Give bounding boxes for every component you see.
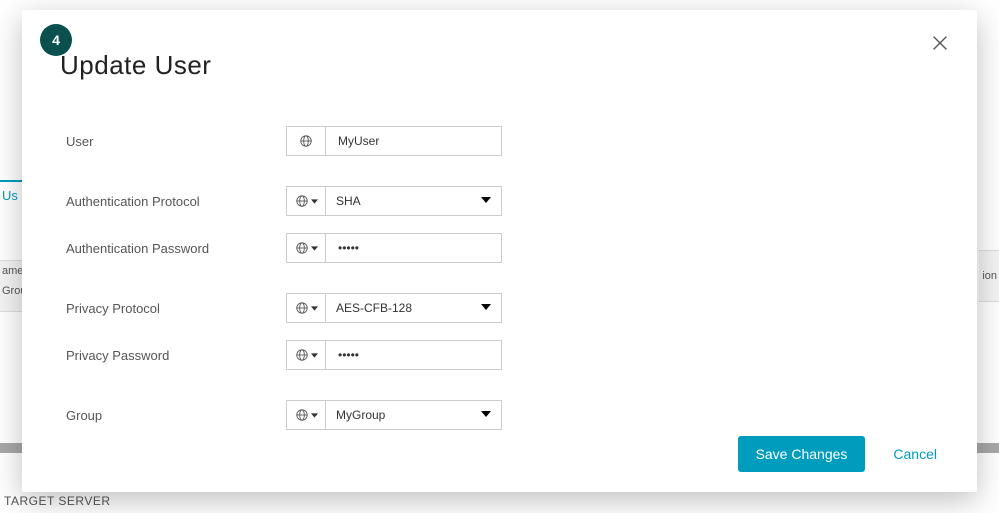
close-icon[interactable] (929, 32, 951, 54)
locale-toggle-group[interactable] (286, 400, 326, 430)
auth-protocol-value: SHA (336, 194, 361, 208)
auth-password-input[interactable] (326, 233, 502, 263)
modal-actions: Save Changes Cancel (738, 436, 937, 472)
priv-protocol-value: AES-CFB-128 (336, 301, 412, 315)
row-auth-protocol: Authentication Protocol SHA (66, 186, 933, 216)
row-priv-protocol: Privacy Protocol AES-CFB-128 (66, 293, 933, 323)
label-priv-password: Privacy Password (66, 348, 286, 363)
priv-password-input[interactable] (326, 340, 502, 370)
auth-protocol-select[interactable]: SHA (326, 186, 502, 216)
row-group: Group MyGroup (66, 400, 933, 430)
group-value: MyGroup (336, 408, 385, 422)
label-auth-protocol: Authentication Protocol (66, 194, 286, 209)
row-auth-password: Authentication Password (66, 233, 933, 263)
chevron-down-icon (481, 194, 491, 208)
label-auth-password: Authentication Password (66, 241, 286, 256)
label-group: Group (66, 408, 286, 423)
priv-password-field[interactable] (336, 347, 491, 363)
modal-overlay: 4 Update User User (0, 0, 999, 506)
label-priv-protocol: Privacy Protocol (66, 301, 286, 316)
locale-toggle-auth-password[interactable] (286, 233, 326, 263)
row-priv-password: Privacy Password (66, 340, 933, 370)
user-input[interactable] (326, 126, 502, 156)
row-user: User (66, 126, 933, 156)
locale-toggle-priv-password[interactable] (286, 340, 326, 370)
group-select[interactable]: MyGroup (326, 400, 502, 430)
priv-protocol-select[interactable]: AES-CFB-128 (326, 293, 502, 323)
cancel-button[interactable]: Cancel (893, 446, 937, 462)
user-input-field[interactable] (336, 133, 491, 149)
auth-password-field[interactable] (336, 240, 491, 256)
save-changes-button[interactable]: Save Changes (738, 436, 866, 472)
locale-toggle-user[interactable] (286, 126, 326, 156)
chevron-down-icon (481, 301, 491, 315)
chevron-down-icon (481, 408, 491, 422)
modal-title: Update User (60, 50, 211, 81)
locale-toggle-auth-protocol[interactable] (286, 186, 326, 216)
update-user-form: User Authentication Protocol (66, 126, 933, 447)
locale-toggle-priv-protocol[interactable] (286, 293, 326, 323)
label-user: User (66, 134, 286, 149)
update-user-modal: 4 Update User User (22, 10, 977, 492)
